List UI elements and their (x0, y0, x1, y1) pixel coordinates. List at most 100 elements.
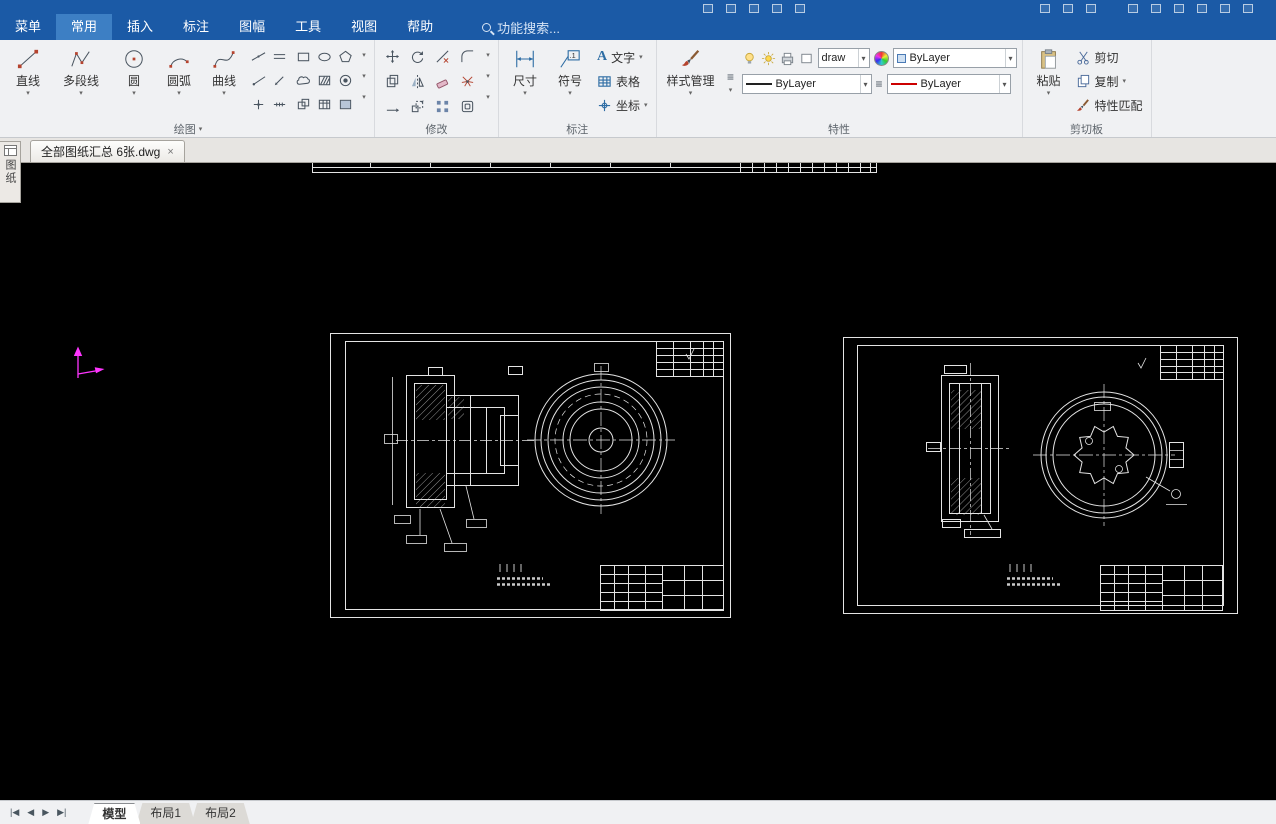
tab-model[interactable]: 模型 (88, 803, 140, 824)
chevron-down-icon[interactable]: ▾ (689, 89, 693, 98)
fillet-icon[interactable] (455, 44, 480, 69)
titlebar-icon[interactable] (726, 4, 736, 13)
spline-tool-button[interactable]: 曲线 ▾ (203, 42, 245, 121)
plot-style-combo[interactable]: draw ▾ (817, 48, 870, 68)
tab-layout1[interactable]: 布局1 (136, 803, 195, 824)
chevron-down-icon[interactable]: ▾ (26, 89, 30, 98)
copy-icon[interactable] (380, 69, 405, 94)
chevron-down-icon[interactable]: ▾ (568, 89, 572, 98)
cut-button[interactable]: 剪切 (1073, 47, 1146, 67)
sheet-list-panel-tab[interactable]: 图纸 (0, 141, 21, 203)
sheet1-circular-view[interactable] (527, 363, 675, 515)
panel-label-clipboard[interactable]: 剪切板 (1028, 121, 1146, 137)
divide-icon[interactable] (269, 92, 290, 116)
point-icon[interactable] (248, 92, 269, 116)
dimension-tool-button[interactable]: 尺寸 ▾ (504, 42, 546, 121)
scale-icon[interactable] (405, 94, 430, 119)
sketch-icon[interactable] (269, 68, 290, 92)
gradient-icon[interactable] (335, 92, 356, 116)
panel-label-properties[interactable]: 特性 (662, 121, 1017, 137)
move-icon[interactable] (380, 44, 405, 69)
copy-button[interactable]: 复制 ▾ (1073, 71, 1146, 91)
stretch-icon[interactable] (380, 94, 405, 119)
symbol-tool-button[interactable]: .1 符号 ▾ (549, 42, 591, 121)
sheet2-section-view[interactable] (926, 363, 1013, 538)
drawing-canvas[interactable] (0, 163, 1276, 800)
multiline-icon[interactable] (269, 44, 290, 68)
menu-item-help[interactable]: 帮助 (392, 14, 448, 40)
first-layout-button[interactable]: |◀ (6, 807, 23, 818)
menu-item-sheet[interactable]: 图幅 (224, 14, 280, 40)
chevron-down-icon[interactable]: ▾ (486, 93, 490, 101)
chevron-down-icon[interactable]: ▾ (362, 72, 366, 80)
titlebar-icon[interactable] (1197, 4, 1207, 13)
chevron-down-icon[interactable]: ▾ (362, 93, 366, 101)
explode-icon[interactable] (455, 69, 480, 94)
panel-label-modify[interactable]: 修改 (380, 121, 493, 137)
arc-tool-button[interactable]: 圆弧 ▾ (158, 42, 200, 121)
previous-layout-button[interactable]: ◀ (23, 807, 38, 818)
titlebar-icon[interactable] (772, 4, 782, 13)
style-manager-button[interactable]: 样式管理 ▾ (662, 42, 720, 121)
panel-label-draw[interactable]: 绘图 ▾ (7, 121, 369, 137)
titlebar-icon[interactable] (749, 4, 759, 13)
array-icon[interactable] (430, 94, 455, 119)
ray-icon[interactable] (248, 68, 269, 92)
partial-sheet-top[interactable] (312, 163, 877, 173)
menu-item-view[interactable]: 视图 (336, 14, 392, 40)
color-combo[interactable]: ByLayer ▾ (886, 74, 1011, 94)
sheet1-section-view[interactable] (384, 366, 535, 552)
ellipse-icon[interactable] (314, 44, 335, 68)
titlebar-icon[interactable] (1174, 4, 1184, 13)
trim-icon[interactable] (430, 44, 455, 69)
titlebar-icon[interactable] (795, 4, 805, 13)
layer-state-icon[interactable] (799, 51, 814, 66)
titlebar-icon[interactable] (1086, 4, 1096, 13)
menu-item-insert[interactable]: 插入 (112, 14, 168, 40)
titlebar-icon[interactable] (1040, 4, 1050, 13)
rotate-icon[interactable] (405, 44, 430, 69)
titlebar-icon[interactable] (1220, 4, 1230, 13)
layer-freeze-sun-icon[interactable] (761, 51, 776, 66)
chevron-down-icon[interactable]: ▾ (486, 72, 490, 80)
circle-tool-button[interactable]: 圆 ▾ (113, 42, 155, 121)
chevron-down-icon[interactable]: ▾ (222, 89, 226, 98)
titlebar-icon[interactable] (703, 4, 713, 13)
lineweight-icon[interactable]: ≡ (876, 77, 883, 91)
next-layout-button[interactable]: ▶ (38, 807, 53, 818)
polyline-tool-button[interactable]: 多段线 ▾ (52, 42, 110, 121)
block-icon[interactable] (293, 92, 314, 116)
donut-icon[interactable] (335, 68, 356, 92)
titlebar-icon[interactable] (1151, 4, 1161, 13)
mirror-icon[interactable] (405, 69, 430, 94)
table-icon[interactable] (314, 92, 335, 116)
chevron-down-icon[interactable]: ▾ (362, 51, 366, 59)
text-tool-button[interactable]: A 文字 ▾ (594, 47, 651, 67)
chevron-down-icon[interactable]: ▾ (523, 89, 527, 98)
properties-list-button[interactable]: ≡ ▾ (723, 42, 739, 121)
drawing-sheet-2[interactable] (843, 337, 1238, 614)
chevron-down-icon[interactable]: ▾ (486, 51, 490, 59)
chevron-down-icon[interactable]: ▾ (132, 89, 136, 98)
panel-label-annotate[interactable]: 标注 (504, 121, 651, 137)
table-tool-button[interactable]: 表格 (594, 71, 651, 91)
hatch-icon[interactable] (314, 68, 335, 92)
last-layout-button[interactable]: ▶| (53, 807, 70, 818)
titlebar-icon[interactable] (1063, 4, 1073, 13)
drawing-sheet-1[interactable] (330, 333, 731, 618)
document-tab[interactable]: 全部图纸汇总 6张.dwg × (30, 140, 185, 162)
polygon-icon[interactable] (335, 44, 356, 68)
match-properties-button[interactable]: 特性匹配 (1073, 95, 1146, 115)
offset-icon[interactable] (455, 94, 480, 119)
plot-printer-icon[interactable] (780, 51, 795, 66)
chevron-down-icon[interactable]: ▾ (79, 89, 83, 98)
chevron-down-icon[interactable]: ▾ (1047, 89, 1051, 98)
erase-icon[interactable] (430, 69, 455, 94)
color-wheel-icon[interactable] (873, 50, 889, 66)
chevron-down-icon[interactable]: ▾ (177, 89, 181, 98)
titlebar-icon[interactable] (1243, 4, 1253, 13)
coordinate-tool-button[interactable]: 坐标 ▾ (594, 95, 651, 115)
construction-line-icon[interactable] (248, 44, 269, 68)
linetype-combo[interactable]: ByLayer ▾ (741, 74, 872, 94)
revision-cloud-icon[interactable] (293, 68, 314, 92)
